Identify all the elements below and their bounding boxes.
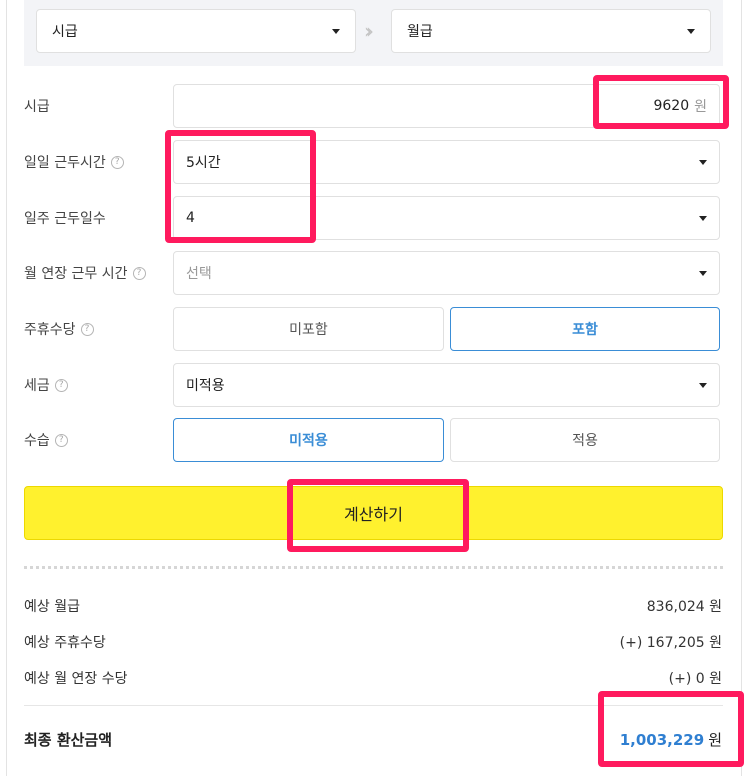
- tax-label: 세금 ?: [24, 375, 68, 395]
- total-amount-unit: 원: [708, 731, 722, 749]
- help-icon[interactable]: ?: [80, 322, 94, 336]
- hourly-wage-unit: 원: [694, 99, 707, 115]
- to-unit-value: 월급: [407, 24, 433, 40]
- holiday-pay-include-label: 포함: [572, 322, 598, 338]
- daily-hours-label: 일일 근두시간 ?: [24, 152, 124, 172]
- help-icon[interactable]: ?: [110, 155, 124, 169]
- probation-not-applied-toggle[interactable]: 미적용: [173, 418, 444, 462]
- probation-applied-toggle[interactable]: 적용: [450, 418, 720, 462]
- probation-label-text: 수습: [24, 433, 50, 449]
- help-icon[interactable]: ?: [54, 433, 68, 447]
- overtime-pay-result-label: 예상 월 연장 수당: [24, 671, 128, 687]
- hourly-wage-input[interactable]: 9620 원: [173, 84, 720, 128]
- result-divider: [24, 705, 723, 706]
- holiday-pay-exclude-toggle[interactable]: 미포함: [173, 307, 444, 351]
- monthly-wage-result-label: 예상 월급: [24, 599, 80, 615]
- overtime-pay-result-value: (+) 0 원: [668, 671, 722, 687]
- chevron-down-icon: [699, 159, 707, 165]
- probation-label: 수습 ?: [24, 430, 68, 450]
- double-chevron-right-icon: ››: [364, 19, 374, 43]
- from-unit-select[interactable]: 시급: [36, 9, 356, 53]
- weekly-days-label-text: 일주 근두일수: [24, 211, 106, 227]
- monthly-overtime-placeholder: 선택: [186, 266, 212, 282]
- chevron-down-icon: [699, 270, 707, 276]
- weekly-holiday-pay-label: 주휴수당 ?: [24, 319, 94, 339]
- calculate-button-label: 계산하기: [344, 505, 403, 524]
- hourly-wage-label-text: 시급: [24, 99, 50, 115]
- monthly-overtime-select[interactable]: 선택: [173, 251, 720, 295]
- hourly-wage-value: 9620: [653, 98, 690, 114]
- holiday-pay-result-value: (+) 167,205 원: [619, 635, 722, 651]
- chevron-down-icon: [699, 382, 707, 388]
- tax-value: 미적용: [186, 378, 225, 394]
- to-unit-select[interactable]: 월급: [391, 9, 711, 53]
- calculate-button[interactable]: 계산하기: [24, 486, 723, 540]
- total-amount-value: 1,003,229: [619, 731, 705, 749]
- weekly-days-label: 일주 근두일수: [24, 208, 106, 228]
- probation-applied-label: 적용: [572, 433, 598, 449]
- holiday-pay-include-toggle[interactable]: 포함: [450, 307, 720, 351]
- monthly-wage-result-value: 836,024 원: [646, 599, 722, 615]
- chevron-down-icon: [332, 28, 340, 34]
- from-unit-value: 시급: [52, 24, 78, 40]
- tax-label-text: 세금: [24, 378, 50, 394]
- probation-not-applied-label: 미적용: [289, 433, 328, 449]
- daily-hours-value: 5시간: [186, 155, 221, 171]
- total-amount-label: 최종 환산금액: [24, 731, 113, 749]
- weekly-days-value: 4: [186, 210, 195, 226]
- holiday-pay-exclude-label: 미포함: [289, 322, 328, 338]
- monthly-overtime-label: 월 연장 근무 시간 ?: [24, 263, 146, 283]
- dotted-divider: [24, 566, 723, 569]
- chevron-down-icon: [699, 215, 707, 221]
- weekly-days-select[interactable]: 4: [173, 196, 720, 240]
- help-icon[interactable]: ?: [132, 266, 146, 280]
- monthly-overtime-label-text: 월 연장 근무 시간: [24, 266, 128, 282]
- daily-hours-label-text: 일일 근두시간: [24, 155, 106, 171]
- help-icon[interactable]: ?: [54, 378, 68, 392]
- hourly-wage-label: 시급: [24, 96, 50, 116]
- tax-select[interactable]: 미적용: [173, 363, 720, 407]
- daily-hours-select[interactable]: 5시간: [173, 140, 720, 184]
- chevron-down-icon: [687, 28, 695, 34]
- weekly-holiday-pay-label-text: 주휴수당: [24, 322, 76, 338]
- total-amount: 1,003,229 원: [620, 729, 722, 750]
- holiday-pay-result-label: 예상 주휴수당: [24, 635, 106, 651]
